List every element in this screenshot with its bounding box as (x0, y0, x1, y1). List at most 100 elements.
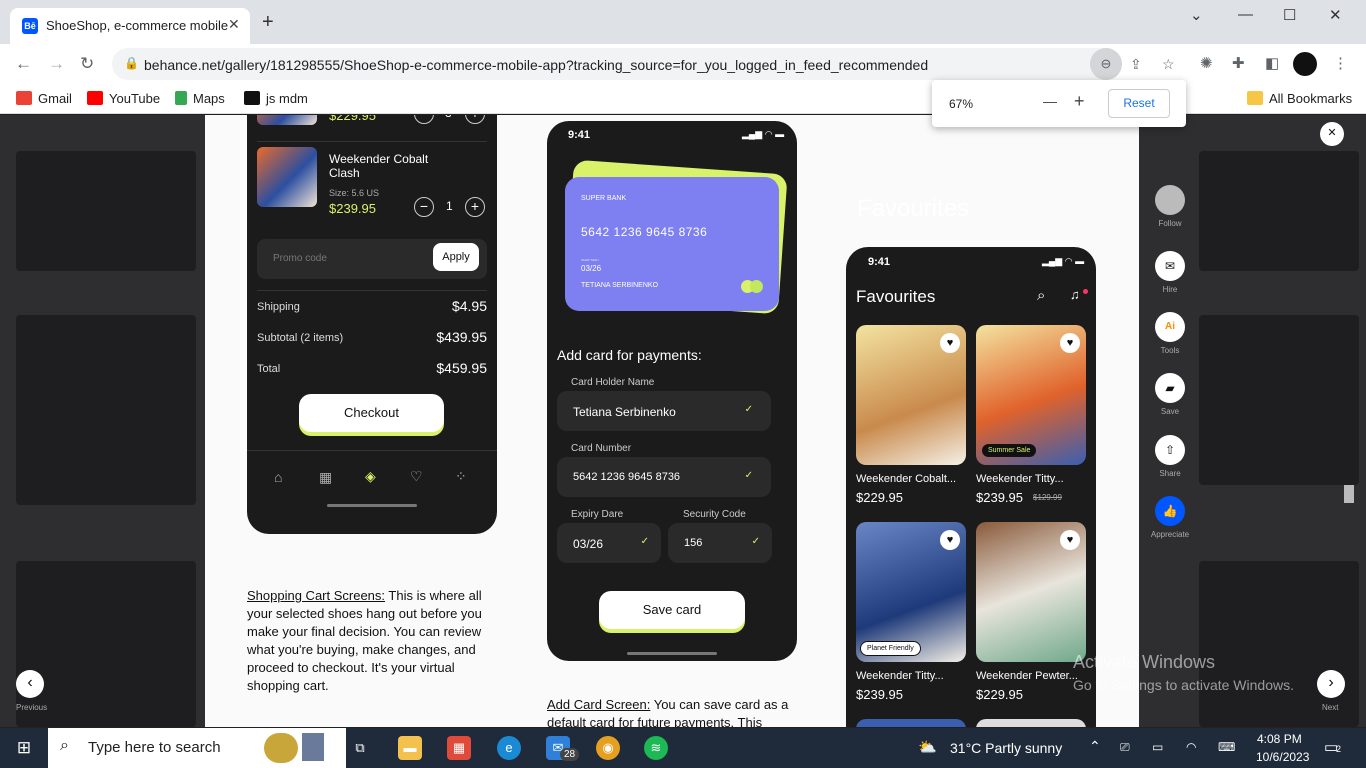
security-input[interactable]: 156 ✓ (668, 523, 772, 563)
side-panel-icon[interactable]: ◧ (1265, 54, 1279, 72)
keyboard-icon[interactable]: ⌨ (1218, 740, 1235, 754)
home-indicator (627, 652, 717, 655)
zoom-out-button[interactable]: — (1043, 93, 1057, 109)
product-image[interactable]: ♥ (856, 325, 966, 465)
tab-strip: Bē ShoeShop, e-commerce mobile ✕ + ⌄ — ☐… (0, 0, 1366, 44)
task-view-icon[interactable]: ⧉ (348, 736, 372, 760)
heart-nav-icon[interactable]: ♡ (410, 468, 423, 485)
zoom-in-button[interactable]: + (1074, 91, 1085, 112)
bookmark-youtube[interactable]: YouTube (87, 91, 160, 106)
reload-icon[interactable]: ↻ (80, 54, 94, 74)
save-label: Save (1160, 407, 1180, 416)
microsoft-store-icon[interactable]: ▦ (447, 736, 471, 760)
back-icon[interactable]: ← (15, 54, 32, 74)
bell-icon[interactable]: ♫ (1070, 287, 1080, 302)
product-image[interactable]: ♥ (976, 522, 1086, 662)
card-number-input[interactable]: 5642 1236 9645 8736 ✓ (557, 457, 771, 497)
maximize-icon[interactable]: ☐ (1283, 6, 1296, 24)
clock-date[interactable]: 10/6/2023 (1256, 750, 1309, 764)
appreciate-button[interactable]: 👍 Appreciate (1150, 496, 1190, 539)
browser-tab[interactable]: Bē ShoeShop, e-commerce mobile ✕ (10, 8, 250, 44)
address-toolbar: ← → ↻ 🔒 behance.net/gallery/181298555/Sh… (0, 44, 1366, 84)
cart-bag-nav-icon[interactable]: ◈ (365, 468, 376, 485)
product-image[interactable]: ♥ Planet Friendly (856, 522, 966, 662)
heart-icon[interactable]: ♥ (940, 530, 960, 550)
share-icon[interactable]: ⇪ (1130, 56, 1142, 73)
decrease-qty-button[interactable]: − (414, 115, 434, 124)
wifi-icon[interactable]: ◠ (1186, 740, 1196, 754)
product-image[interactable]: ♥ Summer Sale (976, 325, 1086, 465)
search-icon[interactable]: ⌕ (1037, 287, 1045, 304)
hire-button[interactable]: ✉ Hire (1150, 251, 1190, 294)
all-bookmarks[interactable]: All Bookmarks (1247, 91, 1352, 106)
bookmark-js-mdm[interactable]: js mdm (244, 91, 308, 106)
chrome-icon[interactable]: ◉ (596, 736, 620, 760)
weather-text[interactable]: 31°C Partly sunny (950, 740, 1062, 756)
taskbar-search[interactable]: ⌕ Type here to search (48, 728, 346, 768)
heart-icon[interactable]: ♥ (1060, 530, 1080, 550)
weather-icon[interactable]: ⛅ (918, 738, 937, 756)
url-text[interactable]: behance.net/gallery/181298555/ShoeShop-e… (144, 57, 928, 73)
increase-qty-button[interactable]: + (465, 197, 485, 217)
favourites-title: Favourites (856, 287, 936, 306)
lock-icon[interactable]: 🔒 (124, 56, 139, 70)
scrollbar-thumb[interactable] (1344, 485, 1354, 503)
close-modal-icon[interactable]: ✕ (1320, 122, 1344, 146)
windows-taskbar: ⊞ ⌕ Type here to search ⧉ ▬ ▦ e ✉ 28 ◉ ≋… (0, 728, 1366, 768)
checkout-button[interactable]: Checkout (299, 394, 444, 432)
battery-icon[interactable]: ▭ (1152, 740, 1163, 754)
minimize-icon[interactable]: — (1238, 6, 1253, 23)
save-button[interactable]: ▰ Save (1150, 373, 1190, 416)
bookmark-star-icon[interactable]: ☆ (1162, 56, 1175, 73)
bookmark-maps[interactable]: Maps (175, 91, 225, 106)
increase-qty-button[interactable]: + (465, 115, 485, 124)
promo-code-field[interactable]: Promo code Apply (257, 239, 487, 279)
home-indicator (327, 504, 417, 507)
previous-arrow-icon[interactable]: ‹ (16, 670, 44, 698)
next-arrow-icon[interactable]: › (1317, 670, 1345, 698)
heart-icon[interactable]: ♥ (940, 333, 960, 353)
profile-avatar[interactable] (1293, 52, 1317, 76)
card-description-link[interactable]: Add Card Screen: (547, 697, 650, 712)
product-price: $239.95 (856, 687, 903, 702)
spotify-icon[interactable]: ≋ (644, 736, 668, 760)
store-nav-icon[interactable]: ▦ (319, 469, 332, 486)
extensions-puzzle-icon[interactable]: ✚ (1232, 54, 1245, 72)
menu-kebab-icon[interactable]: ⋮ (1333, 54, 1348, 72)
new-tab-icon[interactable]: + (262, 12, 274, 32)
close-window-icon[interactable]: ✕ (1329, 6, 1342, 24)
forward-icon[interactable]: → (48, 54, 65, 74)
tray-chevron-icon[interactable]: ⌃ (1089, 738, 1101, 755)
holder-input[interactable]: Tetiana Serbinenko ✓ (557, 391, 771, 431)
omnibox[interactable]: 🔒 behance.net/gallery/181298555/ShoeShop… (112, 48, 1175, 80)
share-button[interactable]: ⇧ Share (1150, 435, 1190, 478)
extension-bug-icon[interactable]: ✺ (1200, 54, 1213, 72)
heart-icon[interactable]: ♥ (1060, 333, 1080, 353)
file-explorer-icon[interactable]: ▬ (398, 736, 422, 760)
save-card-button[interactable]: Save card (599, 591, 745, 629)
home-nav-icon[interactable]: ⌂ (274, 469, 282, 485)
zoom-magnifier-icon[interactable]: ⊖ (1090, 48, 1122, 80)
tools-button[interactable]: Ai Tools (1150, 312, 1190, 355)
product-image[interactable] (856, 719, 966, 727)
product-name: Weekender Pewter... (976, 670, 1078, 682)
behance-favicon-icon: Bē (22, 18, 38, 34)
tab-search-chevron-icon[interactable]: ⌄ (1190, 6, 1203, 24)
product-image[interactable] (976, 719, 1086, 727)
zoom-reset-button[interactable]: Reset (1108, 89, 1170, 118)
edge-icon[interactable]: e (497, 736, 521, 760)
check-icon: ✓ (640, 536, 649, 547)
meet-now-icon[interactable]: ⎚ (1120, 740, 1130, 755)
project-content: $229.95 − 3 + Weekender Cobalt Clash Siz… (205, 115, 1139, 727)
bookmark-gmail[interactable]: Gmail (16, 91, 72, 106)
follow-button[interactable]: Follow (1150, 185, 1190, 228)
expiry-input[interactable]: 03/26 ✓ (557, 523, 661, 563)
cart-description-link[interactable]: Shopping Cart Screens: (247, 588, 385, 603)
grid-nav-icon[interactable]: ⁘ (455, 468, 467, 485)
clock-time[interactable]: 4:08 PM (1257, 732, 1302, 746)
windows-start-icon[interactable]: ⊞ (12, 736, 36, 760)
decrease-qty-button[interactable]: − (414, 197, 434, 217)
apply-button[interactable]: Apply (433, 243, 479, 271)
favourites-phone-screen: 9:41 ▂▄▆ ◠ ▬ Favourites ⌕ ♫ ♥ Weekender … (846, 247, 1096, 727)
tab-close-icon[interactable]: ✕ (228, 16, 240, 33)
